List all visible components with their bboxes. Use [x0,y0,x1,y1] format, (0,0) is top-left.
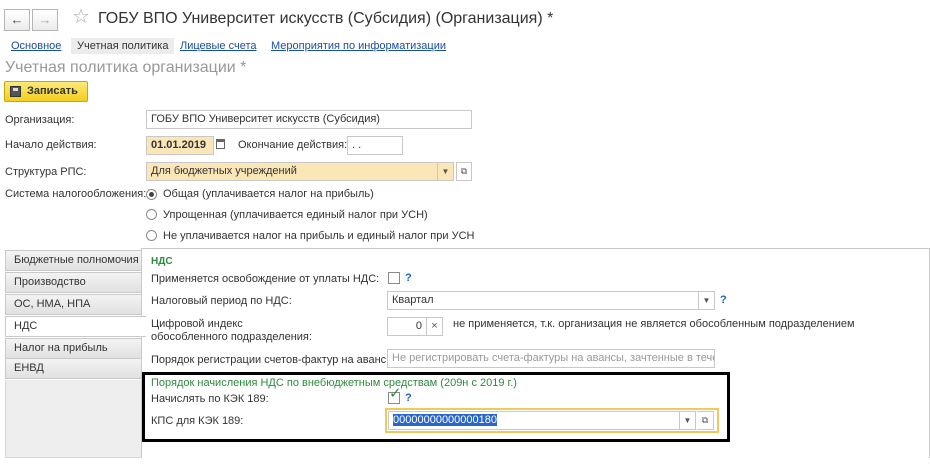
tab-personal-accounts[interactable]: Лицевые счета [180,40,256,52]
tax-option-none-radio[interactable] [146,230,157,241]
digital-index-note: не применяется, т.к. организация не явля… [453,318,855,330]
open-form-icon: ⧉ [701,415,709,425]
kps-kek-189-dropdown-button[interactable]: ▼ [680,411,696,430]
tax-system-label: Система налогообложения: [5,188,147,200]
favorite-star-icon[interactable]: ☆ [72,7,90,27]
end-date-label: Окончание действия: [238,139,348,151]
chevron-down-icon: ▼ [441,167,450,176]
forward-arrow-icon: → [38,12,52,27]
back-button[interactable]: ← [4,9,30,31]
rps-field[interactable]: Для бюджетных учреждений [146,162,438,181]
tax-option-simplified-label[interactable]: Упрощенная (уплачивается единый налог пр… [163,209,428,221]
chevron-down-icon: ▼ [702,296,711,305]
floppy-disk-icon [10,86,21,97]
rps-label: Структура РПС: [5,166,87,178]
tax-period-field[interactable]: Квартал [387,291,699,310]
side-tab-profit-tax[interactable]: Налог на прибыль [5,338,142,359]
org-field[interactable]: ГОБУ ВПО Университет искусств (Субсидия) [146,110,472,129]
invoice-order-field[interactable]: Не регистрировать счета-фактуры на аванс… [387,349,715,368]
start-date-label: Начало действия: [5,139,97,151]
digital-index-value: 0 [415,320,422,332]
calendar-icon[interactable] [216,139,225,149]
rps-open-button[interactable]: ⧉ [456,162,472,181]
window-title: ГОБУ ВПО Университет искусств (Субсидия)… [98,10,554,27]
clear-icon: × [431,320,438,332]
vat-exempt-checkbox[interactable] [388,272,400,284]
tab-accounting-policy[interactable]: Учетная политика [71,38,175,54]
tax-period-dropdown-button[interactable]: ▼ [699,291,715,310]
side-tab-budget-powers[interactable]: Бюджетные полномочия [5,250,142,271]
tax-option-general-radio[interactable] [146,189,157,200]
chevron-down-icon: ▼ [683,416,692,425]
extrabudget-section-header: Порядок начисления НДС по внебюджетным с… [151,377,517,389]
invoice-order-label: Порядок регистрации счетов-фактур на ава… [151,354,390,366]
save-button-label: Записать [27,85,78,97]
kek-189-help-icon[interactable]: ? [405,392,412,404]
tax-option-none-label[interactable]: Не уплачивается налог на прибыль и едины… [163,230,474,242]
page-title: Учетная политика организации * [5,59,247,76]
tax-period-label: Налоговый период по НДС: [151,295,292,307]
digital-index-field[interactable]: 0 [387,317,427,336]
start-date-field[interactable]: 01.01.2019 [146,136,214,155]
checkmark-icon: ✓ [389,385,402,402]
kps-kek-189-value: 00000000000000180 [393,414,498,426]
side-tab-filler [5,380,142,458]
vat-header: НДС [151,256,173,267]
kps-kek-189-field[interactable]: 00000000000000180 [388,411,680,430]
kps-kek-189-label: КПС для КЭК 189: [151,415,244,427]
back-arrow-icon: ← [10,12,24,27]
side-tab-fixed-assets[interactable]: ОС, НМА, НПА [5,294,142,315]
vat-exempt-help-icon[interactable]: ? [405,272,412,284]
rps-dropdown-button[interactable]: ▼ [438,162,454,181]
tab-informatization[interactable]: Мероприятия по информатизации [271,40,446,52]
org-label: Организация: [5,114,75,126]
digital-index-clear-button[interactable]: × [427,317,443,336]
side-tab-vat[interactable]: НДС [5,316,146,337]
side-tab-production[interactable]: Производство [5,272,142,293]
digital-index-label-line1: Цифровой индекс [151,318,243,330]
save-button[interactable]: Записать [4,81,88,102]
side-tab-envd[interactable]: ЕНВД [5,358,142,379]
vat-exempt-label: Применяется освобождение от уплаты НДС: [151,273,380,285]
forward-button[interactable]: → [32,9,58,31]
tax-option-simplified-radio[interactable] [146,209,157,220]
kps-kek-189-open-button[interactable]: ⧉ [697,411,714,430]
tax-period-help-icon[interactable]: ? [720,294,727,306]
end-date-field[interactable]: . . [347,136,403,155]
open-form-icon: ⧉ [460,166,468,176]
tab-main[interactable]: Основное [11,40,61,52]
tax-option-general-label[interactable]: Общая (уплачивается налог на прибыль) [163,188,374,200]
digital-index-label-line2: обособленного подразделения: [151,331,312,343]
kek-189-label: Начислять по КЭК 189: [151,393,269,405]
